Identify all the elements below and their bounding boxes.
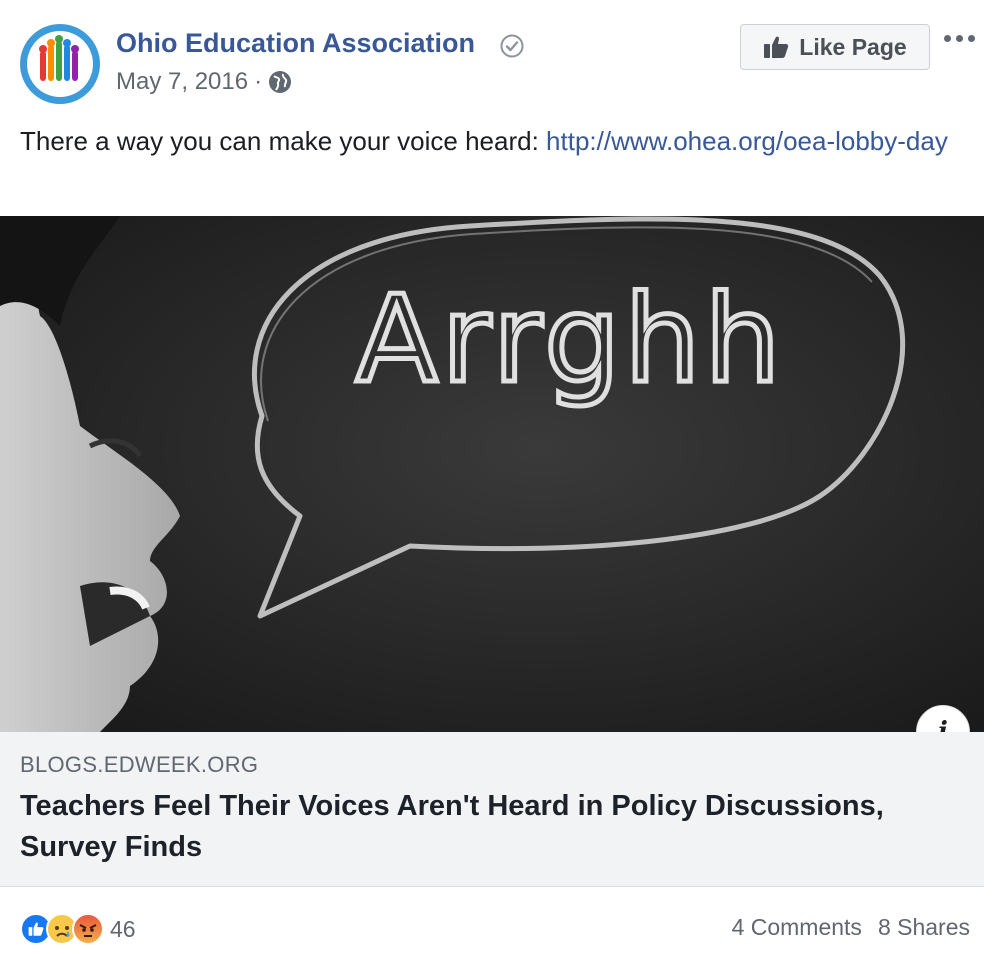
- link-title[interactable]: Teachers Feel Their Voices Aren't Heard …: [20, 786, 920, 868]
- post-date[interactable]: May 7, 2016: [116, 68, 248, 96]
- hands-logo-icon: [27, 31, 93, 97]
- page-name-link[interactable]: Ohio Education Association: [116, 28, 475, 59]
- verified-badge-icon: [500, 34, 524, 58]
- post-message: There a way you can make your voice hear…: [20, 122, 960, 161]
- engagement-counts: 4 Comments 8 Shares: [732, 914, 970, 941]
- post-image[interactable]: Arrghh: [0, 216, 984, 732]
- comments-count[interactable]: 4 Comments: [732, 914, 862, 941]
- shares-count[interactable]: 8 Shares: [878, 914, 970, 941]
- reactions-summary[interactable]: 46: [20, 912, 136, 946]
- post-link[interactable]: http://www.ohea.org/oea-lobby-day: [546, 126, 948, 156]
- post-footer: 46 4 Comments 8 Shares: [0, 888, 996, 954]
- chalk-text: Arrghh: [356, 271, 785, 410]
- globe-icon: [269, 71, 292, 93]
- thumbs-up-icon: [764, 36, 789, 58]
- post-text: There a way you can make your voice hear…: [20, 126, 547, 156]
- post-meta: May 7, 2016 ·: [116, 68, 292, 96]
- post-header: Ohio Education Association May 7, 2016 ·…: [0, 0, 996, 110]
- like-page-button[interactable]: Like Page: [740, 24, 930, 70]
- meta-separator: ·: [254, 68, 263, 95]
- angry-reaction-icon: [72, 913, 104, 945]
- reaction-count: 46: [110, 915, 136, 942]
- link-preview-card[interactable]: BLOGS.EDWEEK.ORG Teachers Feel Their Voi…: [0, 732, 984, 887]
- link-domain: BLOGS.EDWEEK.ORG: [20, 752, 259, 777]
- page-avatar[interactable]: [20, 24, 100, 104]
- more-options-icon[interactable]: [944, 26, 980, 50]
- like-page-label: Like Page: [799, 33, 907, 60]
